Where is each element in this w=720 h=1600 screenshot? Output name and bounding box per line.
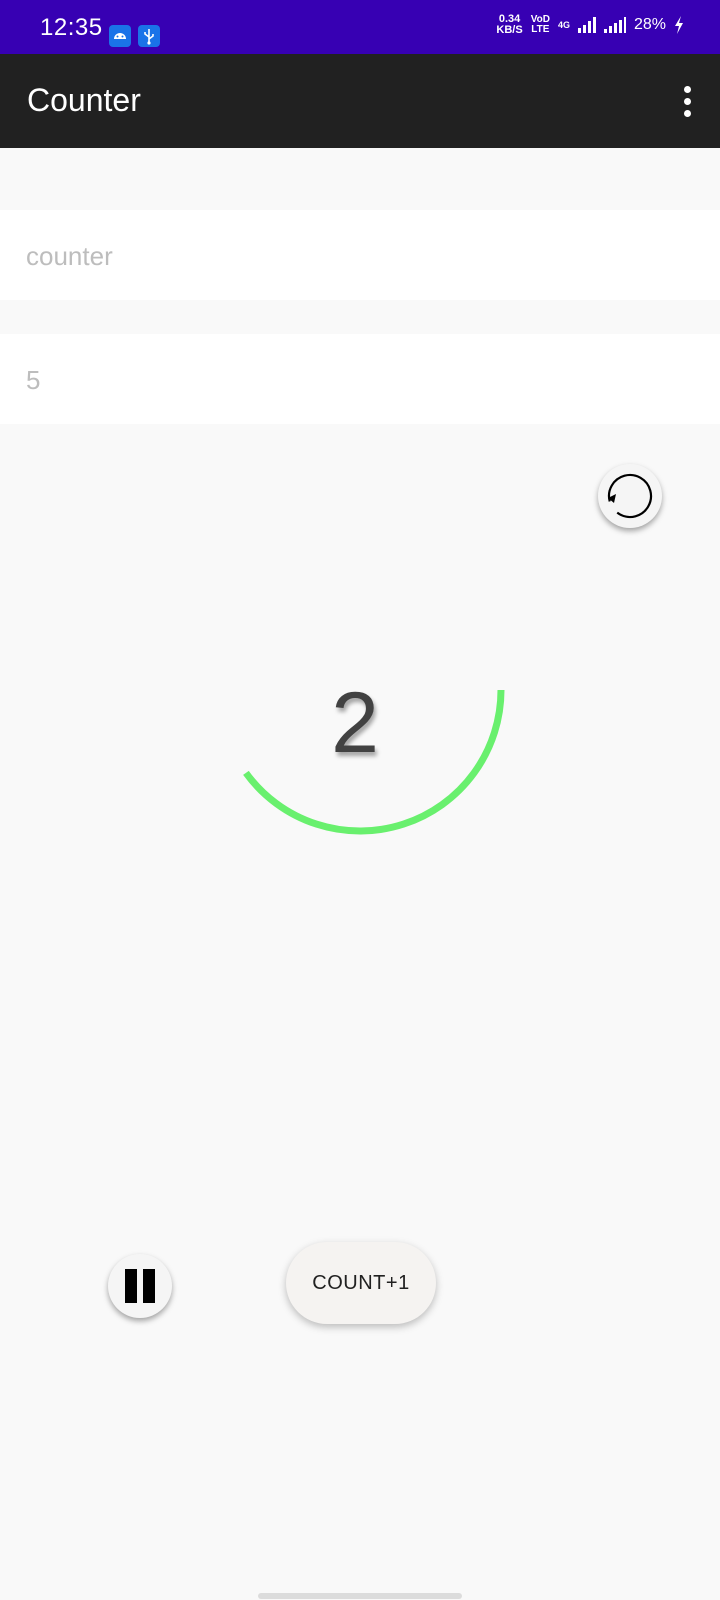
- app-bar: Counter: [0, 54, 720, 148]
- counter-value: 2: [331, 675, 379, 771]
- android-icon: [109, 25, 131, 47]
- count-increment-button[interactable]: COUNT+1: [286, 1242, 436, 1324]
- signal-icon-2: [603, 17, 626, 33]
- network-speed: 0.34 KB/S: [496, 14, 522, 36]
- volte-bottom: LTE: [531, 24, 550, 35]
- status-indicators: 0.34 KB/S VoD LTE 4G 28%: [496, 14, 684, 36]
- network-speed-unit: KB/S: [496, 24, 523, 36]
- counter-name-field: [0, 210, 720, 300]
- counter-count-input[interactable]: [26, 360, 686, 400]
- signal-icon: [577, 17, 596, 33]
- charging-icon: [675, 16, 683, 34]
- battery-percent: 28%: [633, 16, 666, 33]
- volte-indicator: VoD LTE: [531, 15, 550, 35]
- counter-name-input[interactable]: [26, 236, 686, 276]
- status-bar: 12:35 0.34 KB/S VoD LTE 4G 28%: [0, 0, 720, 54]
- counter-display: 2: [230, 650, 510, 870]
- status-time: 12:35: [40, 14, 103, 41]
- app-title: Counter: [27, 82, 141, 118]
- reset-button[interactable]: [598, 464, 662, 528]
- network-type: 4G: [557, 20, 570, 30]
- counter-count-field: [0, 334, 720, 424]
- gesture-bar: [258, 1593, 462, 1599]
- reset-icon: [607, 473, 653, 519]
- pause-button[interactable]: [108, 1254, 172, 1318]
- usb-icon: [138, 25, 160, 47]
- more-vert-icon[interactable]: [680, 86, 694, 120]
